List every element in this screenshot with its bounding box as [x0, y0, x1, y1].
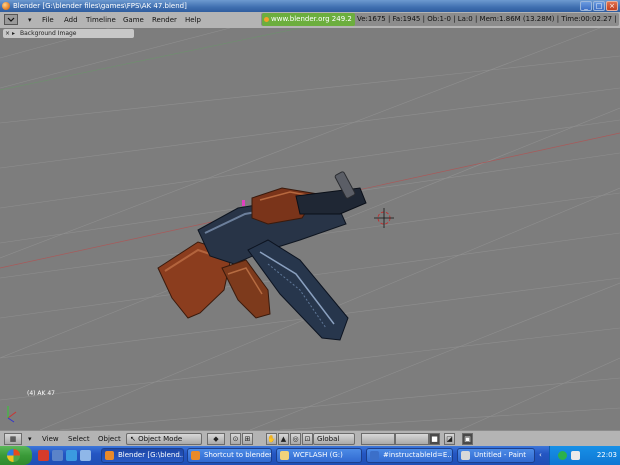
browser-quicklaunch-icon[interactable] — [66, 450, 77, 461]
mode-select[interactable]: ↖ Object Mode — [126, 433, 202, 445]
minimize-button[interactable]: _ — [580, 1, 592, 11]
menu-add[interactable]: Add — [64, 12, 78, 28]
render-preview-icon[interactable]: ◪ — [444, 433, 455, 445]
window-title-bar[interactable]: Blender [G:\blender files\games\FPS\AK 4… — [0, 0, 620, 12]
folder-task-icon — [280, 451, 289, 460]
translate-icon[interactable]: ▲ — [278, 433, 289, 445]
network-tray-icon[interactable] — [558, 451, 567, 460]
editor-type-icon[interactable]: ▦ — [4, 433, 22, 445]
draw-type-icon[interactable]: ◆ — [207, 433, 225, 445]
close-button[interactable]: × — [606, 1, 618, 11]
explorer-quicklaunch-icon[interactable] — [80, 450, 91, 461]
website-link-label: www.blender.org 249.2 — [271, 15, 352, 23]
rotate-icon[interactable]: ◎ — [290, 433, 301, 445]
manipulator-hand-icon[interactable]: ✋ — [266, 433, 277, 445]
task-paint-label: Untitled - Paint — [474, 451, 526, 459]
task-wcflash[interactable]: WCFLASH (G:) — [276, 448, 362, 463]
task-shortcut[interactable]: Shortcut to blender — [187, 448, 272, 463]
blender-task-icon — [105, 451, 114, 460]
blender-logo-icon — [264, 17, 269, 22]
menu-file-arrow-icon[interactable]: ▾ — [28, 12, 32, 28]
lock-icon[interactable]: ■ — [429, 433, 440, 445]
adobe-quicklaunch-icon[interactable] — [38, 450, 49, 461]
panel-close-icon[interactable]: × — [5, 29, 10, 38]
maximize-button[interactable]: □ — [593, 1, 605, 11]
panel-collapse-icon[interactable]: ▸ — [12, 29, 15, 38]
menu-object[interactable]: Object — [98, 431, 121, 447]
menu-select[interactable]: Select — [68, 431, 90, 447]
viewport-canvas[interactable] — [0, 28, 620, 430]
mode-select-label: Object Mode — [138, 435, 183, 443]
layer-buttons-row-2[interactable] — [395, 433, 429, 445]
task-wcflash-label: WCFLASH (G:) — [293, 451, 343, 459]
task-blender-label: Blender [G:\blend... — [118, 451, 184, 459]
mode-arrow-icon: ↖ — [130, 435, 139, 443]
menu-timeline[interactable]: Timeline — [86, 12, 116, 28]
menu-help[interactable]: Help — [185, 12, 201, 28]
info-header: ▾ File Add Timeline Game Render Help www… — [0, 12, 620, 29]
orientation-select[interactable]: Global — [313, 433, 355, 445]
window-type-icon[interactable] — [4, 14, 18, 25]
3d-view-header: ▦ ▾ View Select Object ↖ Object Mode ◆ ⊙… — [0, 430, 620, 447]
pivot-icon[interactable]: ⊙ — [230, 433, 241, 445]
browser-task-icon — [370, 451, 379, 460]
windows-logo-icon — [7, 449, 20, 462]
3d-cursor-icon[interactable] — [374, 208, 394, 228]
website-link[interactable]: www.blender.org 249.2 — [262, 13, 355, 26]
scene-stats: Ve:1675 | Fa:1945 | Ob:1-0 | La:0 | Mem:… — [357, 15, 617, 23]
task-blender[interactable]: Blender [G:\blend... — [101, 448, 184, 463]
menu-file[interactable]: File — [42, 12, 54, 28]
layer-buttons-row-1[interactable] — [361, 433, 395, 445]
3d-viewport[interactable]: × ▸ Background Image (4) AK 47 — [0, 28, 620, 430]
windows-taskbar: Blender [G:\blend... Shortcut to blender… — [0, 446, 620, 465]
blender-app-icon — [2, 2, 10, 10]
render-icon[interactable]: ▣ — [462, 433, 473, 445]
clock[interactable]: 22:03 — [597, 446, 617, 465]
background-image-panel[interactable]: × ▸ Background Image — [3, 29, 134, 38]
header-collapse-icon[interactable]: ▾ — [28, 431, 32, 447]
task-browser-label: #instructableId=E... — [383, 451, 453, 459]
task-paint[interactable]: Untitled - Paint — [457, 448, 535, 463]
task-browser[interactable]: #instructableId=E... — [366, 448, 453, 463]
layer-toggle-icon[interactable]: ⊞ — [242, 433, 253, 445]
panel-title: Background Image — [20, 30, 77, 37]
menu-view[interactable]: View — [42, 431, 59, 447]
active-object-label: (4) AK 47 — [27, 390, 55, 397]
paint-task-icon — [461, 451, 470, 460]
shortcut-task-icon — [191, 451, 200, 460]
volume-tray-icon[interactable] — [571, 451, 580, 460]
window-title: Blender [G:\blender files\games\FPS\AK 4… — [13, 2, 187, 10]
desktop-quicklaunch-icon[interactable] — [52, 450, 63, 461]
scale-icon[interactable]: ⊡ — [302, 433, 313, 445]
menu-render[interactable]: Render — [152, 12, 177, 28]
system-tray: 22:03 — [549, 446, 620, 465]
menu-game[interactable]: Game — [123, 12, 144, 28]
task-shortcut-label: Shortcut to blender — [204, 451, 272, 459]
ak47-model[interactable] — [157, 171, 367, 341]
orientation-select-label: Global — [317, 435, 340, 443]
axes-gizmo-icon — [7, 406, 17, 423]
start-button[interactable] — [0, 446, 32, 465]
tray-expand-icon[interactable]: ‹ — [539, 446, 542, 465]
